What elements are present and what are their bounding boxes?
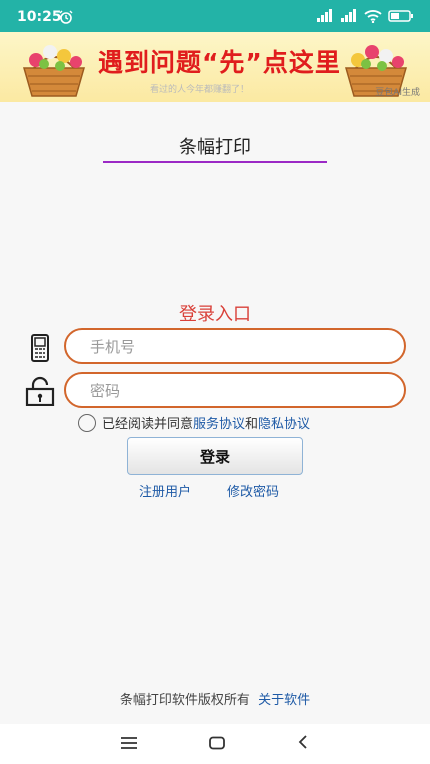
phone-field[interactable] (64, 328, 406, 364)
help-banner[interactable]: 遇到问题“先”点这里 看过的人今年都赚翻了！ 豆包AI生成 (0, 32, 430, 102)
ai-tag: 豆包AI生成 (375, 88, 420, 98)
alarm-icon (59, 9, 73, 28)
phone-input[interactable] (66, 330, 397, 364)
login-title: 登录入口 (179, 304, 251, 325)
phone-icon (30, 334, 50, 366)
banner-title: 遇到问题“先”点这里 (98, 48, 341, 77)
about-link[interactable]: 关于软件 (258, 693, 310, 708)
agree-radio[interactable] (78, 413, 96, 432)
service-agreement-link[interactable]: 服务协议 (193, 413, 245, 432)
flower-basket-icon (14, 36, 94, 104)
agreement-row: 已经阅读并同意 服务协议 和 隐私协议 (78, 413, 310, 432)
status-bar: 10:25 (0, 0, 430, 32)
menu-icon[interactable] (120, 735, 138, 754)
lock-icon (25, 376, 55, 410)
copyright-text: 条幅打印软件版权所有 (119, 693, 250, 708)
footer: 条幅打印软件版权所有 关于软件 (0, 689, 430, 708)
banner-subtitle: 看过的人今年都赚翻了！ (150, 85, 250, 95)
status-time: 10:25 (17, 9, 62, 25)
login-button[interactable]: 登录 (127, 437, 303, 475)
system-nav-bar (0, 724, 430, 764)
home-icon[interactable] (208, 735, 226, 754)
agree-and: 和 (245, 417, 259, 432)
wifi-icon (364, 8, 382, 27)
app-title: 条幅打印 (103, 133, 327, 163)
signal-icon (340, 8, 358, 27)
battery-icon (388, 8, 414, 27)
agree-prefix: 已经阅读并同意 (102, 417, 194, 432)
signal-icon (316, 8, 334, 27)
back-icon[interactable] (296, 734, 310, 754)
password-field[interactable] (64, 372, 406, 408)
change-password-link[interactable]: 修改密码 (227, 481, 279, 500)
privacy-agreement-link[interactable]: 隐私协议 (258, 413, 310, 432)
register-link[interactable]: 注册用户 (139, 481, 191, 500)
password-input[interactable] (66, 374, 397, 408)
